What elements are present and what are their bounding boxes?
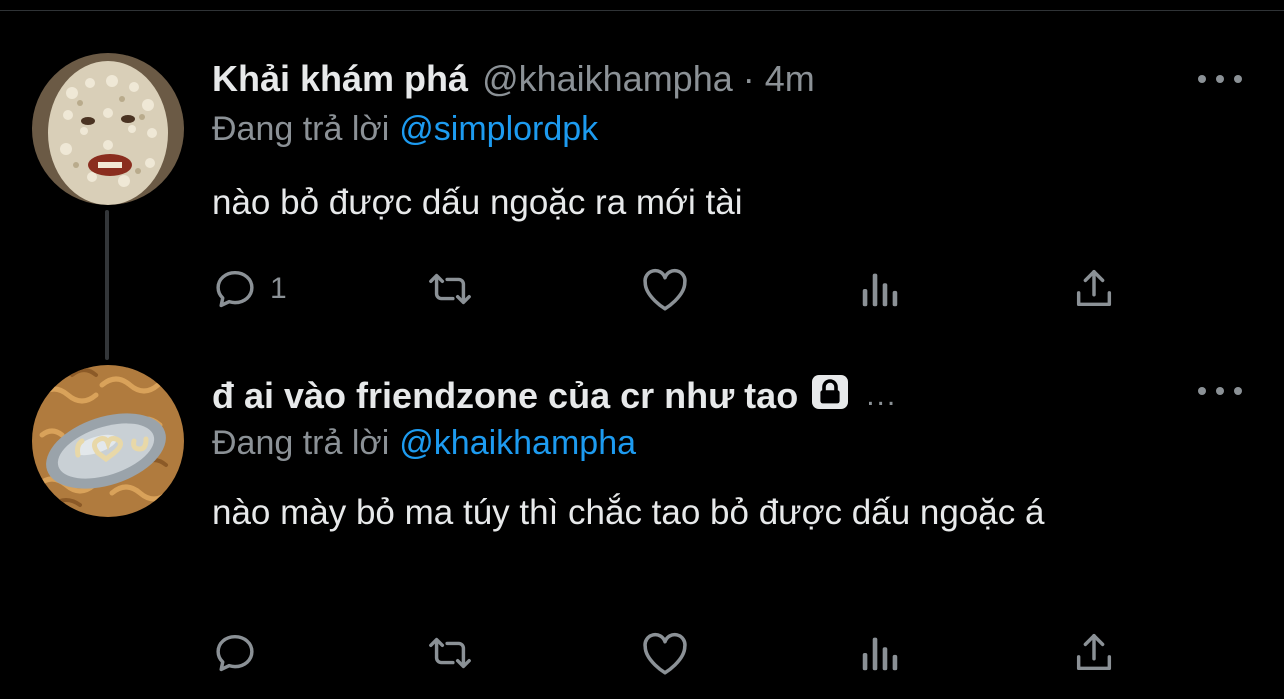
like-button[interactable] xyxy=(640,629,690,677)
retweet-button[interactable] xyxy=(424,265,476,313)
lock-icon xyxy=(810,373,850,420)
retweet-icon xyxy=(429,273,471,305)
reply-prefix: Đang trả lời xyxy=(212,424,390,462)
tweet-header: đ ai vào friendzone của cr như tao ... xyxy=(212,373,897,419)
avatar-user-2[interactable] xyxy=(32,365,184,517)
timestamp[interactable]: 4m xyxy=(765,58,815,100)
separator-dot: · xyxy=(742,58,755,99)
tweet-header: Khải khám phá @khaikhampha · 4m xyxy=(212,56,815,102)
reply-icon xyxy=(216,270,254,308)
analytics-icon xyxy=(862,637,898,671)
more-icon[interactable] xyxy=(1198,69,1242,89)
retweet-button[interactable] xyxy=(424,629,476,677)
mention-link[interactable]: @khaikhampha xyxy=(399,424,636,462)
tweet-text: nào bỏ được dấu ngoặc ra mới tài xyxy=(212,183,743,222)
action-bar: 1 xyxy=(212,265,1132,313)
more-icon[interactable] xyxy=(1198,381,1242,401)
like-button[interactable] xyxy=(640,265,690,313)
reply-count: 1 xyxy=(270,272,287,305)
avatar-khaikhampha[interactable] xyxy=(32,53,184,205)
display-name[interactable]: đ ai vào friendzone của cr như tao xyxy=(212,375,798,417)
like-icon xyxy=(643,268,687,311)
replying-to: Đang trả lời @simplordpk xyxy=(212,110,598,149)
reply-button[interactable]: 1 xyxy=(212,265,287,313)
replying-to: Đang trả lời @khaikhampha xyxy=(212,424,636,463)
reply-icon xyxy=(216,634,254,672)
like-icon xyxy=(643,632,687,675)
tweet-text: nào mày bỏ ma túy thì chắc tao bỏ được d… xyxy=(212,493,1045,532)
name-truncation: ... xyxy=(866,379,898,412)
display-name[interactable]: Khải khám phá xyxy=(212,58,468,100)
reply-button[interactable] xyxy=(212,629,270,677)
analytics-icon xyxy=(862,273,898,307)
analytics-button[interactable] xyxy=(858,265,902,313)
action-bar xyxy=(212,629,1132,677)
reply-prefix: Đang trả lời xyxy=(212,110,390,148)
tweet-1[interactable]: Khải khám phá @khaikhampha · 4m Đang trả… xyxy=(0,0,1284,340)
analytics-button[interactable] xyxy=(858,629,902,677)
share-icon xyxy=(1076,270,1112,307)
mention-link[interactable]: @simplordpk xyxy=(399,110,598,148)
user-handle[interactable]: @khaikhampha xyxy=(482,58,733,100)
share-button[interactable] xyxy=(1072,265,1116,313)
retweet-icon xyxy=(429,637,471,669)
tweet-2[interactable]: đ ai vào friendzone của cr như tao ... Đ… xyxy=(0,340,1284,699)
share-button[interactable] xyxy=(1072,629,1116,677)
share-icon xyxy=(1076,634,1112,671)
